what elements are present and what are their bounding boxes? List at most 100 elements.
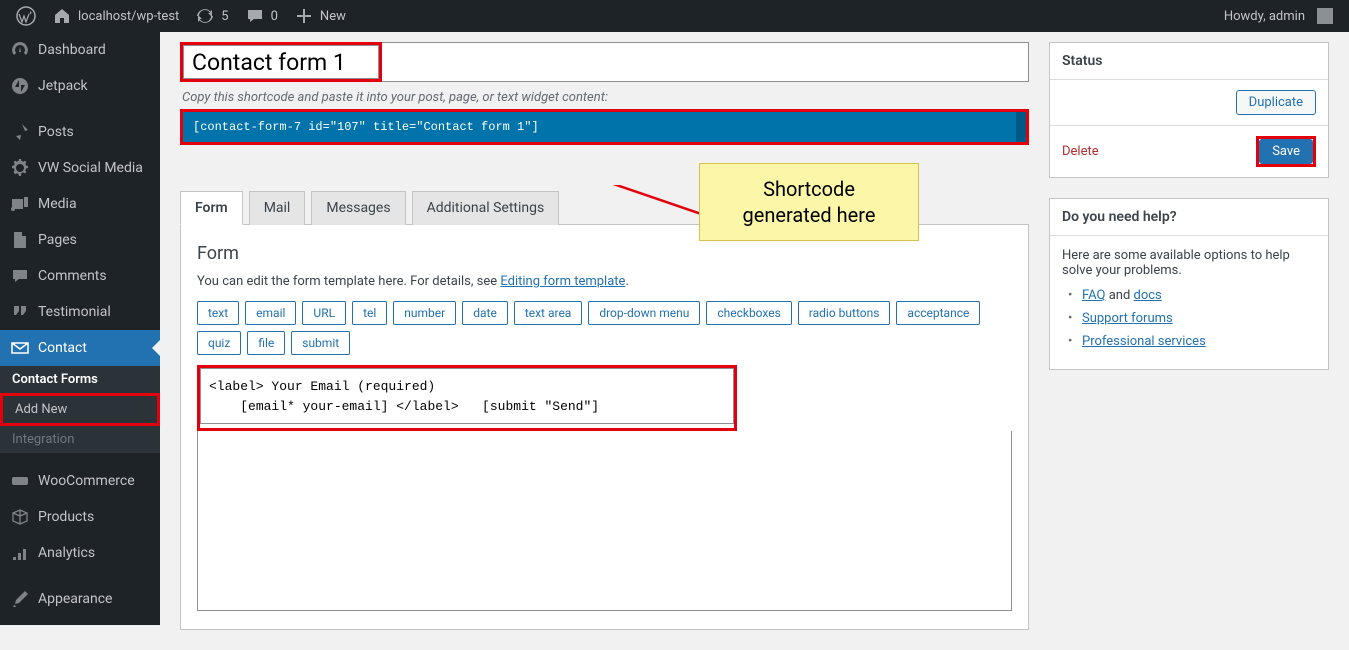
tag-btn-acceptance[interactable]: acceptance (896, 301, 980, 325)
tab-additional-settings[interactable]: Additional Settings (412, 191, 560, 225)
menu-woocommerce[interactable]: WooCommerce (0, 463, 160, 499)
shortcode-hint: Copy this shortcode and paste it into yo… (182, 90, 1029, 105)
menu-label: Pages (38, 232, 77, 248)
desc-pre: You can edit the form template here. For… (197, 274, 500, 289)
save-button[interactable]: Save (1259, 139, 1313, 164)
box-icon (10, 507, 30, 527)
site-name[interactable]: localhost/wp-test (44, 0, 187, 32)
comment-icon (10, 266, 30, 286)
home-icon (52, 6, 72, 26)
tag-btn-text-area[interactable]: text area (514, 301, 583, 325)
tag-btn-submit[interactable]: submit (291, 331, 350, 355)
menu-comments[interactable]: Comments (0, 258, 160, 294)
menu-products[interactable]: Products (0, 499, 160, 535)
menu-label: Jetpack (38, 78, 88, 94)
editing-template-link[interactable]: Editing form template (500, 274, 625, 289)
page-icon (10, 230, 30, 250)
menu-label: Dashboard (38, 42, 106, 58)
menu-testimonial[interactable]: Testimonial (0, 294, 160, 330)
faq-link[interactable]: FAQ (1082, 288, 1105, 303)
form-template-textarea[interactable] (200, 368, 734, 424)
help-box: Do you need help? Here are some availabl… (1049, 198, 1329, 370)
comments-count: 0 (271, 9, 278, 24)
tag-btn-quiz[interactable]: quiz (197, 331, 241, 355)
form-panel: Form You can edit the form template here… (180, 224, 1029, 630)
wordpress-icon (16, 6, 36, 26)
howdy-text: Howdy, admin (1224, 9, 1305, 24)
brush-icon (10, 589, 30, 609)
help-desc: Here are some available options to help … (1062, 248, 1316, 278)
panel-heading: Form (197, 243, 1012, 264)
submenu-contact-forms[interactable]: Contact Forms (0, 366, 160, 393)
tag-btn-date[interactable]: date (462, 301, 508, 325)
menu-jetpack[interactable]: Jetpack (0, 68, 160, 104)
tag-btn-text[interactable]: text (197, 301, 239, 325)
mail-icon (10, 338, 30, 358)
tab-form[interactable]: Form (180, 191, 243, 225)
submenu-contact: Contact Forms Add New Integration (0, 366, 160, 453)
menu-vw-social[interactable]: VW Social Media (0, 150, 160, 186)
support-link[interactable]: Support forums (1082, 311, 1173, 326)
menu-pages[interactable]: Pages (0, 222, 160, 258)
updates[interactable]: 5 (187, 0, 236, 32)
tab-messages[interactable]: Messages (311, 191, 405, 225)
tag-btn-email[interactable]: email (245, 301, 296, 325)
annotation-line2: generated here (712, 202, 906, 228)
submenu-integration[interactable]: Integration (0, 426, 160, 453)
help-item-faq: FAQ and docs (1082, 288, 1316, 303)
pin-icon (10, 122, 30, 142)
tag-btn-checkboxes[interactable]: checkboxes (706, 301, 791, 325)
tag-btn-number[interactable]: number (393, 301, 456, 325)
menu-label: Products (38, 509, 94, 525)
duplicate-button[interactable]: Duplicate (1236, 90, 1316, 115)
menu-contact[interactable]: Contact (0, 330, 160, 366)
tag-generator-buttons: textemailURLtelnumberdatetext areadrop-d… (197, 301, 1012, 355)
title-row (180, 42, 1029, 82)
avatar-icon (1317, 8, 1333, 24)
menu-label: VW Social Media (38, 160, 143, 176)
admin-sidebar: Dashboard Jetpack Posts VW Social Media … (0, 32, 160, 625)
annotation-line1: Shortcode (712, 176, 906, 202)
new-label: New (320, 9, 346, 24)
tag-btn-drop-down-menu[interactable]: drop-down menu (588, 301, 700, 325)
menu-label: WooCommerce (38, 473, 135, 489)
menu-label: Testimonial (38, 304, 111, 320)
tag-btn-tel[interactable]: tel (352, 301, 387, 325)
site-name-text: localhost/wp-test (78, 9, 179, 24)
admin-bar: localhost/wp-test 5 0 New Howdy, admin (0, 0, 1349, 32)
tab-mail[interactable]: Mail (249, 191, 306, 225)
pro-services-link[interactable]: Professional services (1082, 334, 1206, 349)
my-account[interactable]: Howdy, admin (1216, 0, 1341, 32)
new-content[interactable]: New (286, 0, 354, 32)
plus-icon (294, 6, 314, 26)
form-title-input[interactable] (183, 45, 379, 79)
shortcode-text[interactable]: [contact-form-7 id="107" title="Contact … (183, 112, 1026, 142)
menu-label: Contact (38, 340, 87, 356)
help-and: and (1105, 288, 1133, 303)
menu-label: Analytics (38, 545, 95, 561)
menu-label: Comments (38, 268, 107, 284)
form-template-continuation[interactable] (197, 431, 1012, 611)
docs-link[interactable]: docs (1134, 288, 1162, 303)
annotation-arrow-icon (554, 185, 704, 245)
menu-label: Media (38, 196, 77, 212)
menu-analytics[interactable]: Analytics (0, 535, 160, 571)
submenu-add-new[interactable]: Add New (0, 393, 160, 426)
delete-link[interactable]: Delete (1062, 144, 1099, 159)
title-spacer (382, 42, 1029, 82)
desc-post: . (625, 274, 628, 289)
menu-media[interactable]: Media (0, 186, 160, 222)
panel-description: You can edit the form template here. For… (197, 274, 1012, 289)
menu-dashboard[interactable]: Dashboard (0, 32, 160, 68)
menu-appearance[interactable]: Appearance (0, 581, 160, 617)
status-heading: Status (1050, 43, 1328, 80)
tag-btn-radio-buttons[interactable]: radio buttons (798, 301, 891, 325)
menu-posts[interactable]: Posts (0, 114, 160, 150)
code-area-highlight (197, 365, 737, 431)
tag-btn-URL[interactable]: URL (302, 301, 346, 325)
tag-btn-file[interactable]: file (247, 331, 285, 355)
wp-logo[interactable] (8, 0, 44, 32)
comments-bubble[interactable]: 0 (237, 0, 286, 32)
chart-icon (10, 543, 30, 563)
menu-label: Appearance (38, 591, 112, 607)
